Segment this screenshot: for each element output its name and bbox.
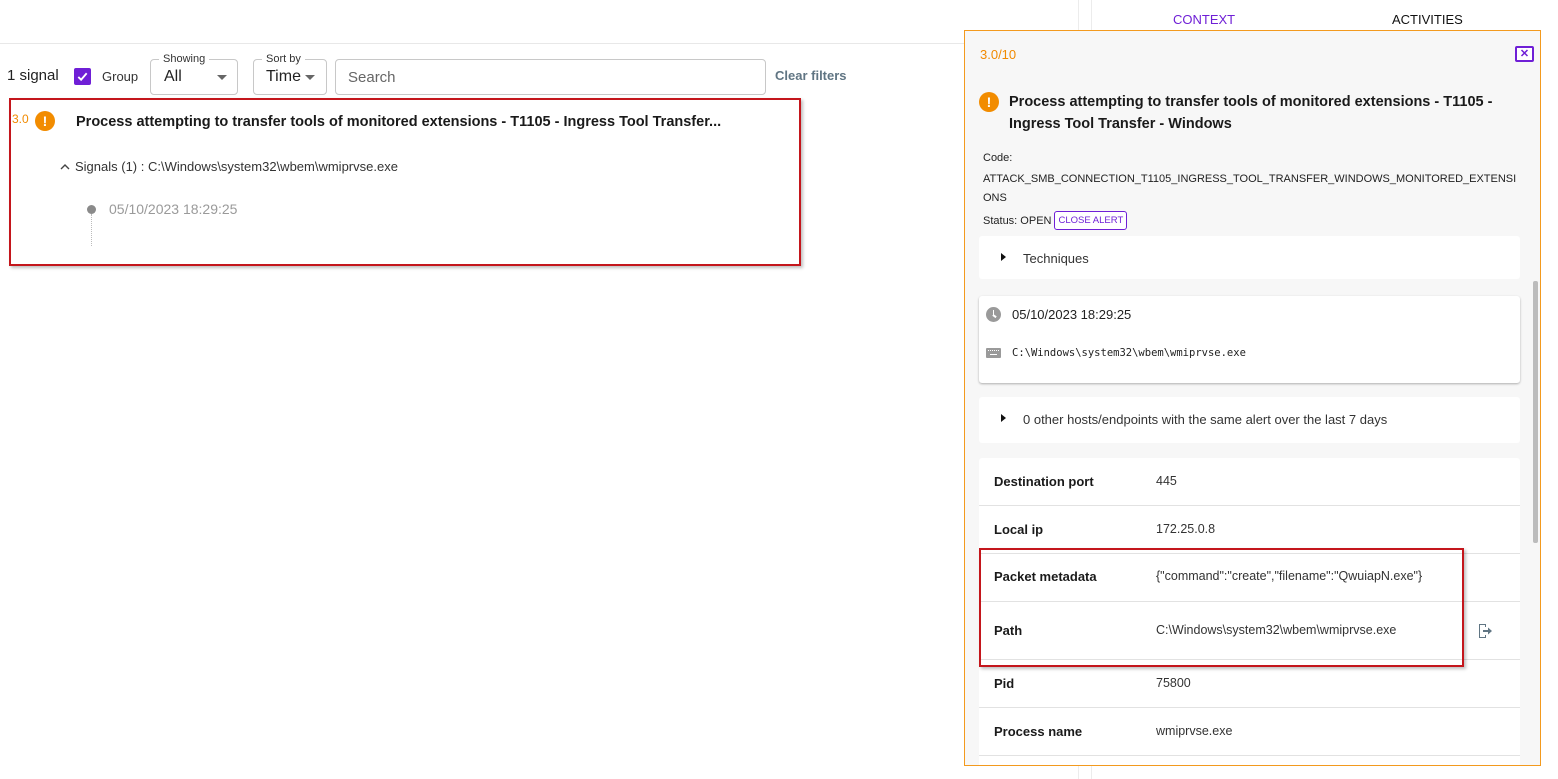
showing-select[interactable]: Showing All [150,52,238,95]
sort-by-label: Sort by [262,52,305,66]
dropdown-caret-icon [305,75,315,80]
property-key: Process name [994,724,1083,739]
techniques-label: Techniques [1023,251,1089,266]
expand-triangle-icon [1001,414,1006,422]
property-value: 172.25.0.8 [1156,522,1216,536]
header-divider [0,43,965,44]
property-key: Pid [994,676,1015,691]
dropdown-caret-icon [217,75,227,80]
timeline-connector [91,214,92,246]
property-value: C:\Windows\system32\wbem\wmiprvse.exe [1156,623,1397,637]
search-input[interactable] [336,60,765,94]
timeline-timestamp[interactable]: 05/10/2023 18:29:25 [109,201,237,217]
keyboard-icon [986,348,1001,358]
property-key: Path [994,623,1023,638]
tab-context[interactable]: CONTEXT [1173,12,1235,27]
table-row: Destination port 445 [979,458,1520,506]
table-row: Pid 75800 [979,660,1520,708]
property-value: wmiprvse.exe [1156,724,1233,738]
other-hosts-section[interactable]: 0 other hosts/endpoints with the same al… [979,397,1520,443]
status-text: Status: OPEN [983,214,1052,227]
signal-score: 3.0 [12,112,29,126]
clock-icon [986,307,1001,322]
alert-score: 3.0/10 [980,47,1017,62]
signals-summary: Signals (1) : C:\Windows\system32\wbem\w… [75,159,398,174]
warning-icon: ! [979,92,999,112]
tab-activities[interactable]: ACTIVITIES [1392,12,1463,27]
warning-icon: ! [35,111,55,131]
signal-title[interactable]: Process attempting to transfer tools of … [76,114,721,130]
signal-count: 1 signal [7,67,59,84]
close-alert-button[interactable]: CLOSE ALERT [1054,211,1128,230]
code-label: Code: [983,152,1013,164]
table-row: Process name wmiprvse.exe [979,708,1520,756]
expand-triangle-icon [1001,253,1006,261]
alert-detail-panel: 3.0/10 ✕ ! Process attempting to transfe… [964,30,1541,766]
alert-title: Process attempting to transfer tools of … [1009,94,1493,132]
property-key: Packet metadata [994,569,1097,584]
panel-scrollbar[interactable] [1533,281,1538,543]
search-field[interactable] [335,59,766,95]
showing-value: All [164,68,182,85]
chevron-up-icon [60,163,70,169]
close-icon[interactable]: ✕ [1515,46,1534,62]
property-key: Destination port [994,474,1094,489]
sort-by-select[interactable]: Sort by Time [253,52,327,95]
group-label: Group [102,69,139,84]
table-row: Packet metadata {"command":"create","fil… [979,554,1520,602]
timeline-dot [87,205,96,214]
property-value: 445 [1156,474,1177,488]
clear-filters-link[interactable]: Clear filters [775,68,847,83]
property-value: {"command":"create","filename":"QwuiapN.… [1156,569,1423,583]
open-path-icon[interactable] [1476,622,1494,640]
alert-code: ATTACK_SMB_CONNECTION_T1105_INGRESS_TOOL… [983,173,1517,204]
event-command: C:\Windows\system32\wbem\wmiprvse.exe [1012,347,1246,359]
table-row: Path C:\Windows\system32\wbem\wmiprvse.e… [979,602,1520,660]
signals-toggle[interactable]: Signals (1) : C:\Windows\system32\wbem\w… [59,159,398,174]
property-key: Local ip [994,522,1044,537]
sort-by-value: Time [266,68,301,85]
properties-table: Destination port 445 Local ip 172.25.0.8… [979,458,1520,765]
showing-label: Showing [159,52,210,66]
group-checkbox[interactable] [74,68,91,85]
table-row: Local ip 172.25.0.8 [979,506,1520,554]
techniques-section[interactable]: Techniques [979,236,1520,279]
event-time: 05/10/2023 18:29:25 [1012,307,1132,322]
property-value: 75800 [1156,676,1191,690]
checkmark-icon [77,72,88,82]
other-hosts-label: 0 other hosts/endpoints with the same al… [1023,412,1388,427]
event-card: 05/10/2023 18:29:25 C:\Windows\system32\… [979,296,1520,383]
signal-card[interactable]: 3.0 ! Process attempting to transfer too… [9,98,801,266]
alert-status: Status: OPEN CLOSE ALERT [983,211,1128,230]
